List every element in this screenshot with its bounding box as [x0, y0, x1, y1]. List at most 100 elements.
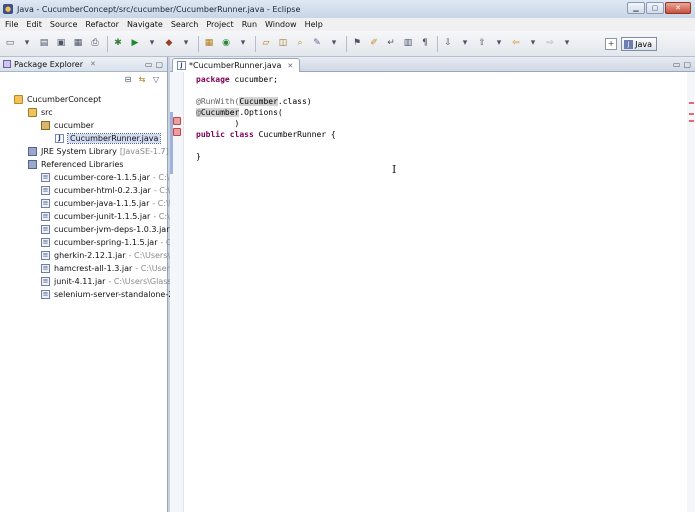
forward-dropdown-icon[interactable]: ▾: [561, 38, 573, 50]
maximize-editor-icon[interactable]: ▢: [683, 60, 691, 69]
tree-item-jar[interactable]: ≡ junit-4.11.jar - C:\Users\GlassBo: [41, 275, 182, 287]
save-icon[interactable]: ▣: [55, 38, 67, 50]
toggle-breadcrumb-icon[interactable]: ⚑: [351, 38, 363, 50]
new-java-project-icon[interactable]: ▦: [203, 38, 215, 50]
source-folder-icon: [28, 107, 37, 117]
tree-item-referenced-libraries[interactable]: Referenced Libraries: [28, 158, 123, 170]
close-tab-icon[interactable]: ✕: [287, 62, 293, 70]
error-overview-marker[interactable]: [689, 113, 694, 115]
maximize-view-icon[interactable]: ▢: [155, 60, 163, 69]
mark-occurrences-icon[interactable]: ✐: [368, 38, 380, 50]
prev-annotation-dropdown-icon[interactable]: ▾: [493, 38, 505, 50]
java-perspective-button[interactable]: J Java: [621, 37, 657, 51]
tree-item-jar[interactable]: ≡ cucumber-core-1.1.5.jar - C:\U: [41, 171, 175, 183]
tree-item-src[interactable]: src: [28, 106, 53, 118]
word-wrap-icon[interactable]: ↵: [385, 38, 397, 50]
tree-item-label: hamcrest-all-1.3.jar: [54, 263, 133, 273]
tree-item-jar[interactable]: ≡ hamcrest-all-1.3.jar - C:\Users\: [41, 262, 177, 274]
show-whitespace-icon[interactable]: ¶: [419, 38, 431, 50]
minimize-editor-icon[interactable]: ▭: [673, 60, 681, 69]
keyword: public: [196, 130, 225, 139]
tree-item-jar[interactable]: ≡ selenium-server-standalone-2.4: [41, 288, 181, 300]
tree-item-label: Referenced Libraries: [41, 159, 124, 169]
run-icon[interactable]: ▶: [129, 38, 141, 50]
menu-refactor[interactable]: Refactor: [81, 20, 123, 29]
package-explorer-tab[interactable]: Package Explorer ✕: [3, 60, 96, 69]
tree-item-jre[interactable]: JRE System Library [JavaSE-1.7]: [28, 145, 169, 157]
forward-icon[interactable]: ⇨: [544, 38, 556, 50]
menu-project[interactable]: Project: [202, 20, 237, 29]
menu-navigate[interactable]: Navigate: [123, 20, 167, 29]
open-task-icon[interactable]: ◫: [277, 38, 289, 50]
back-icon[interactable]: ⇦: [510, 38, 522, 50]
next-annotation-icon[interactable]: ⇩: [442, 38, 454, 50]
tree-item-label: cucumber-java-1.1.5.jar: [54, 198, 150, 208]
tree-item-project[interactable]: CucumberConcept: [14, 93, 101, 105]
save-all-icon[interactable]: ▦: [72, 38, 84, 50]
package-explorer-panel: Package Explorer ✕ ▭ ▢ ⊟ ⇆ ▽ CucumberCon…: [0, 57, 182, 512]
close-button[interactable]: ✕: [665, 2, 691, 14]
new-dropdown-icon[interactable]: ▾: [21, 38, 33, 50]
collapse-all-icon[interactable]: ⊟: [123, 75, 133, 85]
maximize-button[interactable]: ▢: [646, 2, 664, 14]
minimize-view-icon[interactable]: ▭: [145, 60, 153, 69]
error-marker-icon[interactable]: [173, 117, 181, 125]
external-tools-dropdown-icon[interactable]: ▾: [180, 38, 192, 50]
eclipse-logo-icon: ●: [3, 4, 13, 14]
menu-run[interactable]: Run: [238, 20, 261, 29]
back-dropdown-icon[interactable]: ▾: [527, 38, 539, 50]
keyword: package: [196, 75, 230, 84]
menu-help[interactable]: Help: [301, 20, 327, 29]
menu-file[interactable]: File: [1, 20, 22, 29]
view-menu-icon[interactable]: ▽: [151, 75, 161, 85]
tree-item-jar[interactable]: ≡ cucumber-junit-1.1.5.jar - C:\U: [41, 210, 176, 222]
tree-item-java-file[interactable]: J CucumberRunner.java: [55, 132, 162, 144]
error-marker-icon[interactable]: [173, 128, 181, 136]
editor-tab-label: *CucumberRunner.java: [189, 61, 282, 70]
close-view-icon[interactable]: ✕: [90, 60, 96, 68]
package-explorer-header: Package Explorer ✕ ▭ ▢: [0, 57, 167, 72]
java-perspective-icon: J: [624, 39, 634, 49]
search-icon[interactable]: ⌕: [294, 38, 306, 50]
pen-dropdown-icon[interactable]: ▾: [328, 38, 340, 50]
menu-source[interactable]: Source: [46, 20, 81, 29]
error-overview-marker[interactable]: [689, 120, 694, 122]
jar-icon: ≡: [41, 224, 50, 234]
prev-annotation-icon[interactable]: ⇧: [476, 38, 488, 50]
tree-item-package[interactable]: cucumber: [41, 119, 94, 131]
tree-item-label: junit-4.11.jar: [54, 276, 106, 286]
code-area[interactable]: package cucumber; @RunWith(Cucumber.clas…: [196, 74, 336, 162]
menu-window[interactable]: Window: [261, 20, 301, 29]
new-icon[interactable]: ▭: [4, 38, 16, 50]
pen-icon[interactable]: ✎: [311, 38, 323, 50]
error-overview-marker[interactable]: [689, 102, 694, 104]
new-java-class-icon[interactable]: ◉: [220, 38, 232, 50]
menu-search[interactable]: Search: [167, 20, 202, 29]
next-annotation-dropdown-icon[interactable]: ▾: [459, 38, 471, 50]
block-selection-icon[interactable]: ▥: [402, 38, 414, 50]
minimize-button[interactable]: ▁: [627, 2, 645, 14]
open-icon[interactable]: ▤: [38, 38, 50, 50]
tree-item-jar[interactable]: ≡ cucumber-html-0.2.3.jar - C:\U: [41, 184, 176, 196]
editor-tab-cucumber-runner[interactable]: J *CucumberRunner.java ✕: [172, 58, 301, 72]
tree-item-jar[interactable]: ≡ gherkin-2.12.1.jar - C:\Users\Gl: [41, 249, 179, 261]
package-explorer-icon: [3, 60, 11, 68]
tree-item-jar[interactable]: ≡ cucumber-jvm-deps-1.0.3.jar -: [41, 223, 175, 235]
link-with-editor-icon[interactable]: ⇆: [137, 75, 147, 85]
toolbar-separator: [198, 35, 199, 52]
tree-item-jar[interactable]: ≡ cucumber-java-1.1.5.jar - C:\U: [41, 197, 175, 209]
open-perspective-icon[interactable]: +: [605, 38, 618, 50]
print-icon[interactable]: ⎙: [89, 38, 101, 50]
overview-ruler[interactable]: [687, 72, 695, 512]
perspective-switcher: + J Java: [605, 37, 657, 51]
open-type-icon[interactable]: ▱: [260, 38, 272, 50]
new-class-dropdown-icon[interactable]: ▾: [237, 38, 249, 50]
annotation: @RunWith(: [196, 97, 240, 106]
tree-item-jar[interactable]: ≡ cucumber-spring-1.1.5.jar - C:\: [41, 236, 177, 248]
external-tools-icon[interactable]: ◆: [163, 38, 175, 50]
code-line: @RunWith(Cucumber.class): [196, 96, 336, 107]
run-dropdown-icon[interactable]: ▾: [146, 38, 158, 50]
menu-edit[interactable]: Edit: [22, 20, 46, 29]
debug-icon[interactable]: ✱: [112, 38, 124, 50]
vertical-ruler[interactable]: [170, 72, 184, 512]
